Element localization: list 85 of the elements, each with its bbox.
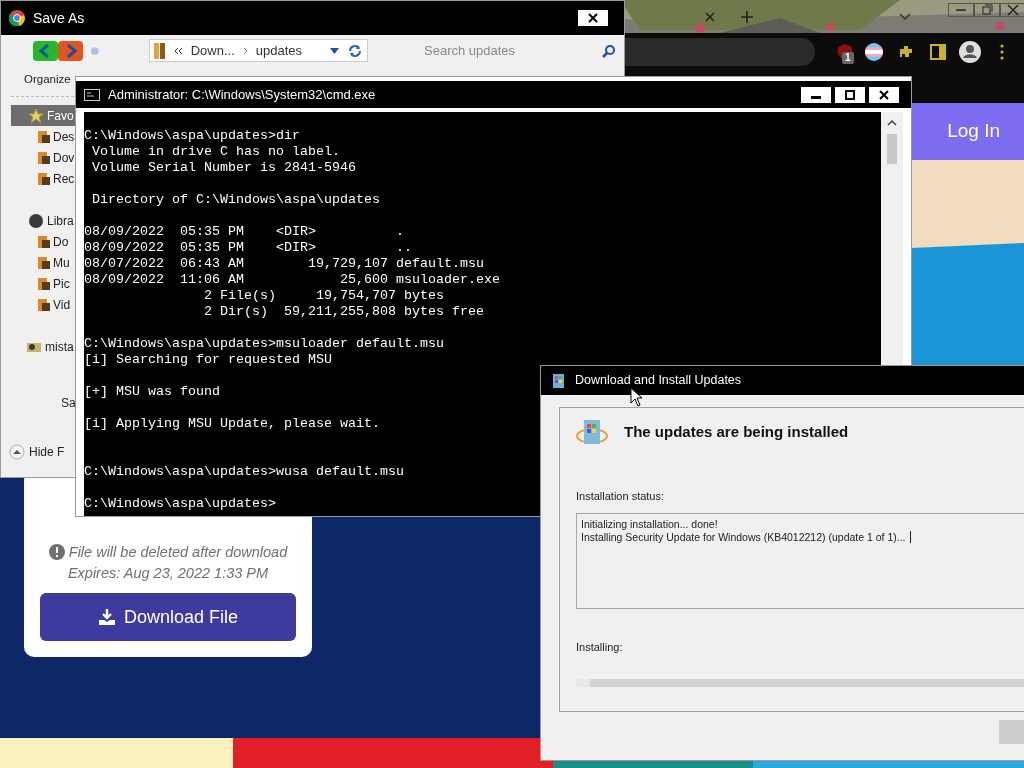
terminal-line: C:\Windows\aspa\updates>wusa default.msu <box>84 463 404 480</box>
close-button[interactable] <box>869 86 899 103</box>
terminal-line: C:\Windows\aspa\updates>dir <box>84 128 300 144</box>
info-icon <box>48 544 65 561</box>
progress-label: Installing: <box>576 639 624 655</box>
expiry-text: Expires: Aug 23, 2022 1:33 PM <box>67 564 269 584</box>
folder-icon <box>36 149 50 166</box>
download-icon <box>97 608 116 626</box>
close-icon[interactable] <box>1000 3 1024 17</box>
dialog-heading: The updates are being installed <box>624 421 849 442</box>
chevrons-left-icon <box>173 46 183 55</box>
scroll-thumb[interactable] <box>887 134 897 164</box>
maximize-icon <box>845 89 855 100</box>
maximize-button[interactable] <box>835 86 865 103</box>
extension-badge: 1 <box>842 52 854 64</box>
download-button[interactable]: Download File <box>40 593 296 641</box>
terminal-line: 2 File(s) 19,754,707 bytes <box>202 288 444 304</box>
separator-icon <box>242 46 248 55</box>
login-link[interactable]: Log In <box>947 117 1000 146</box>
note-text: File will be deleted after download <box>68 542 288 562</box>
browser-icon <box>9 10 25 26</box>
status-line: Initializing installation... done! <box>581 517 718 530</box>
status-line: Installing Security Update for Windows (KB4012212) (update 1 of 1)... <box>581 530 911 543</box>
minimize-icon[interactable] <box>948 3 974 17</box>
sidebar-icon[interactable] <box>930 44 946 60</box>
disc-icon <box>28 212 44 229</box>
nav-item[interactable]: Favo <box>11 105 75 127</box>
terminal-line: [+] MSU was found <box>84 383 220 400</box>
refresh-icon[interactable] <box>347 42 363 59</box>
nav-item[interactable]: Pic <box>11 273 75 295</box>
collapse-icon <box>9 443 25 460</box>
minimize-button[interactable] <box>801 86 831 103</box>
window-title: Download and Install Updates <box>575 372 742 390</box>
folder-icon <box>36 170 50 187</box>
terminal-line: C:\Windows\aspa\updates>msuloader default.msu <box>84 335 444 352</box>
profile-icon[interactable] <box>959 41 981 63</box>
search-icon[interactable] <box>602 43 616 58</box>
terminal-icon <box>84 88 100 101</box>
scroll-up-icon[interactable] <box>887 120 897 126</box>
star-icon <box>28 107 44 124</box>
address-field[interactable]: Down... updates <box>148 39 368 62</box>
terminal-line: Volume Serial Number is 2841-5946 <box>91 160 356 176</box>
folder-icon <box>153 42 166 59</box>
breadcrumb-item[interactable]: updates <box>255 40 303 61</box>
terminal-line: 08/09/2022 11:06 AM 25,600 msuloader.exe <box>84 272 500 288</box>
close-icon <box>879 89 889 100</box>
folder-icon <box>36 275 50 292</box>
hide-folders-button[interactable]: Hide F <box>9 442 65 461</box>
breadcrumb-item[interactable]: Down... <box>190 40 235 61</box>
nav-item[interactable]: Do <box>11 231 75 253</box>
terminal-line: Volume in drive C has no label. <box>91 144 340 160</box>
terminal-line: C:\Windows\aspa\updates> <box>84 495 276 512</box>
folder-icon <box>36 296 50 313</box>
terminal-line: [i] Applying MSU Update, please wait. <box>84 415 380 432</box>
nav-item[interactable]: Des <box>11 126 75 148</box>
window-title: Administrator: C:\Windows\System32\cmd.exe <box>108 85 377 104</box>
organize-menu[interactable]: Organize <box>24 71 71 89</box>
nav-item[interactable]: Mu <box>11 252 75 274</box>
window-title: Save As <box>33 8 86 28</box>
nav-item[interactable]: Rec <box>11 168 75 190</box>
restore-icon[interactable] <box>974 3 1000 17</box>
forward-button[interactable] <box>58 40 83 61</box>
minimize-icon <box>811 95 821 99</box>
close-button[interactable] <box>578 10 608 26</box>
nav-item[interactable]: mista <box>11 336 75 358</box>
close-icon <box>588 13 598 23</box>
terminal-line: [i] Searching for requested MSU <box>84 352 332 368</box>
terminal-line: 08/07/2022 06:43 AM 19,729,107 default.msu <box>84 256 484 272</box>
back-button[interactable] <box>33 40 58 61</box>
nav-item[interactable]: Vid <box>11 294 75 316</box>
save-label: Sa <box>61 396 76 411</box>
close-tab-icon[interactable] <box>704 11 716 23</box>
nav-item[interactable]: Dov <box>11 147 75 169</box>
folder-icon <box>36 233 50 250</box>
status-label: Installation status: <box>576 489 666 504</box>
terminal-line: Directory of C:\Windows\aspa\updates <box>91 191 380 208</box>
terminal-line: 08/09/2022 05:35 PM <DIR> . <box>84 223 404 240</box>
folder-icon <box>36 254 50 271</box>
menu-icon[interactable] <box>1000 44 1004 60</box>
chevron-down-icon[interactable] <box>899 13 911 21</box>
new-tab-icon[interactable] <box>740 10 754 24</box>
terminal-line: 2 Dir(s) 59,211,255,808 bytes free <box>202 304 484 320</box>
folder-icon <box>36 128 50 145</box>
nav-item[interactable]: Libra <box>11 210 75 232</box>
terminal-line: 08/09/2022 05:35 PM <DIR> .. <box>84 240 412 256</box>
